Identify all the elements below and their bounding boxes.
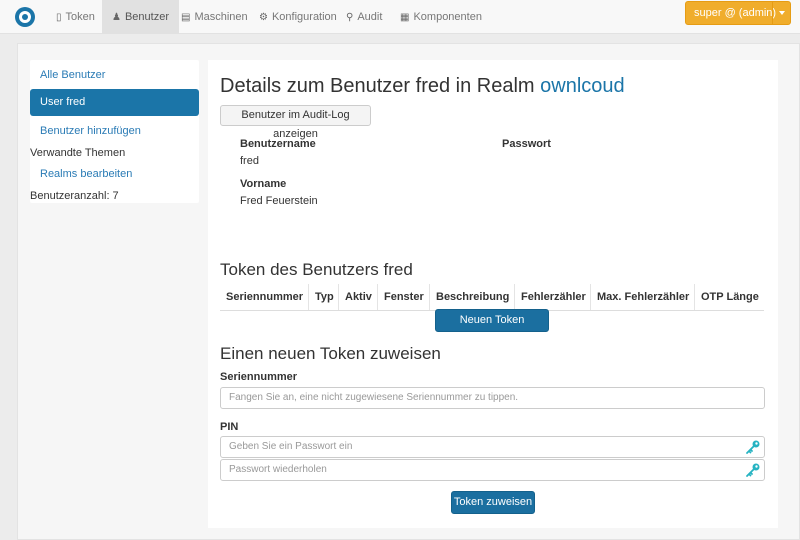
audit-log-button[interactable]: Benutzer im Audit-Log anzeigen <box>220 105 371 140</box>
sidebar: Alle Benutzer User fred Benutzer hinzufü… <box>30 60 199 203</box>
assign-heading: Einen neuen Token zuweisen <box>220 344 441 363</box>
user-menu-label: super @ (admin) <box>694 7 777 19</box>
sidebar-item-current-user[interactable]: User fred <box>30 89 199 116</box>
sidebar-user-count: Benutzeranzahl: 7 <box>30 190 119 202</box>
list-icon: ▦ <box>400 12 410 23</box>
nav-tab-konfiguration[interactable]: ⚙ Konfiguration <box>249 0 347 34</box>
serial-label: Seriennummer <box>220 371 298 383</box>
pin-label: PIN <box>220 421 239 433</box>
enroll-token-button[interactable]: Neuen Token ausrollen <box>435 309 549 347</box>
column-header-type[interactable]: Typ <box>309 284 339 310</box>
phone-icon: ▯ <box>56 12 62 23</box>
column-header-serial[interactable]: Seriennummer <box>220 284 309 310</box>
username-value: fred <box>240 155 259 167</box>
top-navbar: ▯ Token ♟ Benutzer ▤ Maschinen ⚙ Konfigurati… <box>0 0 800 34</box>
realm-link[interactable]: ownlcoud <box>540 75 625 97</box>
column-header-otp-length[interactable]: OTP Länge <box>695 284 764 310</box>
main-panel: Details zum Benutzer fred in Realm ownlc… <box>208 60 778 528</box>
server-icon: ▤ <box>181 12 191 23</box>
nav-tab-audit[interactable]: ⚲ Audit <box>336 0 392 34</box>
user-menu-button[interactable]: super @ (admin) <box>685 1 791 25</box>
serial-input[interactable]: Fangen Sie an, eine nicht zugewiesene Se… <box>220 387 765 409</box>
username-label: Benutzername <box>240 138 316 150</box>
column-header-window[interactable]: Fenster <box>378 284 430 310</box>
sidebar-related-heading: Verwandte Themen <box>30 147 126 159</box>
column-header-active[interactable]: Aktiv <box>339 284 378 310</box>
column-header-description[interactable]: Beschreibung <box>430 284 515 310</box>
sidebar-item-all-users[interactable]: Alle Benutzer <box>40 69 105 81</box>
column-header-failcount[interactable]: Fehlerzähler <box>515 284 591 310</box>
assign-token-button[interactable]: Token zuweisen <box>451 491 535 514</box>
nav-tab-komponenten[interactable]: ▦ Komponenten <box>390 0 492 34</box>
user-icon: ♟ <box>112 12 121 23</box>
page-title: Details zum Benutzer fred in Realm ownlc… <box>220 75 625 98</box>
sidebar-item-edit-realms[interactable]: Realms bearbeiten <box>40 168 132 180</box>
search-icon: ⚲ <box>346 12 354 23</box>
firstname-value: Fred Feuerstein <box>240 195 318 207</box>
chevron-down-icon[interactable] <box>772 2 790 24</box>
firstname-label: Vorname <box>240 178 287 190</box>
key-icon[interactable] <box>745 439 761 455</box>
column-header-max-failcount[interactable]: Max. Fehlerzähler <box>591 284 695 310</box>
tokens-heading: Token des Benutzers fred <box>220 260 413 279</box>
password-label: Passwort <box>502 138 551 150</box>
nav-tab-maschinen[interactable]: ▤ Maschinen <box>171 0 258 34</box>
pin-repeat-placeholder: Passwort wiederholen <box>229 464 327 475</box>
pin-repeat-input[interactable]: Passwort wiederholen <box>220 459 765 481</box>
sidebar-item-add-user[interactable]: Benutzer hinzufügen <box>40 125 141 137</box>
gear-icon: ⚙ <box>259 12 268 23</box>
app-logo-icon[interactable] <box>15 7 35 27</box>
key-icon[interactable] <box>745 462 761 478</box>
pin-placeholder: Geben Sie ein Passwort ein <box>229 441 353 452</box>
pin-input[interactable]: Geben Sie ein Passwort ein <box>220 436 765 458</box>
nav-tab-token[interactable]: ▯ Token <box>46 0 105 34</box>
page-title-prefix: Details zum Benutzer fred in Realm <box>220 75 541 97</box>
nav-tab-benutzer[interactable]: ♟ Benutzer <box>102 0 179 34</box>
